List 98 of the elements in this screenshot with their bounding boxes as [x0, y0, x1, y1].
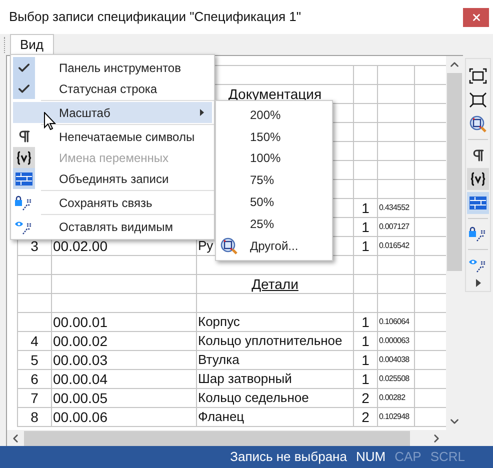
menu-item[interactable]: Статусная строка: [13, 78, 212, 99]
check-icon: [17, 60, 31, 74]
menu-item[interactable]: 150%: [216, 126, 332, 148]
table-cell: 00.00.04: [52, 370, 197, 389]
menu-item[interactable]: Масштаб: [13, 102, 212, 123]
table-cell: [378, 256, 415, 275]
toolbar-button[interactable]: [467, 168, 489, 190]
table-cell: [354, 275, 378, 294]
table-cell: 7: [18, 389, 52, 408]
table-cell: 0.102948: [378, 408, 415, 427]
table-rows-icon: [469, 196, 487, 210]
menu-item[interactable]: 75%: [216, 169, 332, 192]
window-title: Выбор записи спецификации "Спецификация 1": [9, 8, 301, 26]
table-cell: [354, 294, 378, 313]
menu-item[interactable]: Другой...: [216, 234, 332, 257]
table-cell: 0.025508: [378, 370, 415, 389]
menu-item[interactable]: 100%: [216, 148, 332, 170]
table-cell: Фланец: [197, 408, 354, 427]
scroll-thumb[interactable]: [447, 73, 462, 271]
expand-frame-icon: [469, 68, 487, 84]
table-cell: 0.434552: [378, 199, 415, 218]
table-cell: 1: [354, 370, 378, 389]
status-message: Запись не выбрана: [230, 448, 347, 466]
table-cell: [378, 104, 415, 123]
table-cell: 0.106064: [378, 313, 415, 332]
table-cell: 0.000063: [378, 332, 415, 351]
table-cell: [378, 85, 415, 104]
table-cell: [378, 294, 415, 313]
table-cell: 8: [18, 408, 52, 427]
table-cell: Шар затворный: [197, 370, 354, 389]
overflow-arrow-icon: [476, 279, 480, 287]
table-cell: Втулка: [197, 351, 354, 370]
menu-item[interactable]: Панель инструментов: [13, 57, 212, 78]
table-cell: 1: [354, 351, 378, 370]
eye-link-icon: [468, 257, 488, 273]
menu-item[interactable]: Оставлять видимым: [13, 216, 212, 237]
pilcrow-icon: [470, 148, 486, 162]
table-cell: [378, 180, 415, 199]
table-cell: [378, 142, 415, 161]
table-cell: [354, 85, 378, 104]
key-indicator: NUM: [356, 448, 386, 466]
table-cell: [354, 104, 378, 123]
lock-link-icon: [14, 194, 34, 210]
table-cell: 1: [354, 218, 378, 237]
table-rows-icon: [15, 172, 33, 186]
table-cell: 00.00.03: [52, 351, 197, 370]
menu-item[interactable]: 50%: [216, 191, 332, 213]
zoom-frame-icon: [220, 236, 238, 255]
table-cell: Детали: [197, 275, 354, 294]
table-cell: 1: [354, 237, 378, 256]
mouse-pointer-icon: [44, 112, 56, 130]
toolbar-button[interactable]: [467, 113, 489, 135]
table-cell: 2: [354, 389, 378, 408]
table-cell: 00.00.01: [52, 313, 197, 332]
table-cell: Кольцо уплотнительное: [197, 332, 354, 351]
menu-item[interactable]: 25%: [216, 212, 332, 235]
shrink-frame-icon: [469, 92, 487, 108]
pilcrow-icon: [16, 129, 32, 144]
table-cell: 00.00.02: [52, 332, 197, 351]
table-cell: [378, 161, 415, 180]
table-cell: 2: [354, 408, 378, 427]
close-button[interactable]: [463, 8, 489, 26]
table-cell: [354, 256, 378, 275]
table-cell: 1: [354, 313, 378, 332]
key-indicator: SCRL: [430, 448, 465, 466]
table-cell: 0.007127: [378, 218, 415, 237]
table-cell: 0.00282: [378, 389, 415, 408]
key-indicator: CAP: [394, 448, 422, 466]
braces-variable-icon: [470, 172, 486, 186]
table-cell: [354, 180, 378, 199]
scroll-thumb[interactable]: [24, 430, 410, 446]
table-cell: 6: [18, 370, 52, 389]
menu-item[interactable]: 200%: [216, 104, 332, 126]
close-icon: [470, 12, 482, 22]
table-cell: Кольцо седельное: [197, 389, 354, 408]
table-cell: 0.004038: [378, 351, 415, 370]
table-cell: [378, 275, 415, 294]
table-cell: [354, 161, 378, 180]
submenu-arrow-icon: [200, 109, 204, 116]
lock-link-icon: [468, 226, 488, 242]
table-cell: [354, 142, 378, 161]
menu-item[interactable]: Сохранять связь: [13, 192, 212, 213]
zoom-frame-icon: [469, 115, 487, 133]
table-cell: 5: [18, 351, 52, 370]
table-cell: 4: [18, 332, 52, 351]
table-cell: 00.00.05: [52, 389, 197, 408]
braces-variable-icon: [16, 150, 32, 164]
menu-tab[interactable]: Вид: [10, 34, 54, 55]
table-cell: 1: [354, 199, 378, 218]
menu-item[interactable]: Объединять записи: [13, 168, 212, 189]
table-cell: [354, 123, 378, 142]
table-cell: 1: [354, 332, 378, 351]
menu-item[interactable]: Непечатаемые символы: [13, 126, 212, 147]
table-cell: [378, 123, 415, 142]
check-icon: [17, 82, 31, 96]
table-cell: Корпус: [197, 313, 354, 332]
table-cell: 00.00.06: [52, 408, 197, 427]
table-cell: 0.016542: [378, 237, 415, 256]
